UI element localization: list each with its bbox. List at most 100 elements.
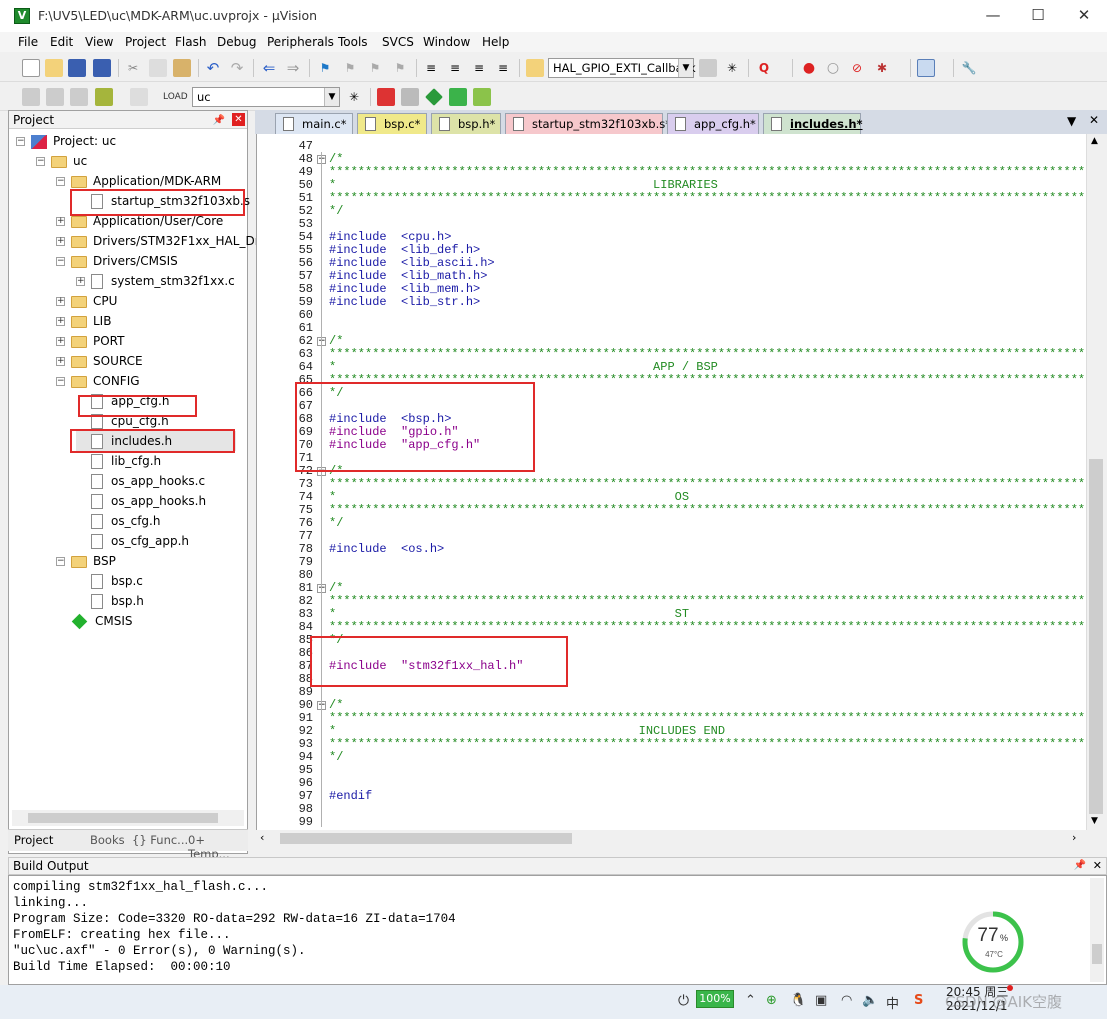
redo-icon[interactable]: ↷: [228, 59, 246, 77]
tree-file[interactable]: lib_cfg.h: [76, 451, 161, 471]
sogou-ime-icon[interactable]: S: [914, 993, 923, 1008]
run-time-env-icon[interactable]: [473, 88, 491, 106]
menu-help[interactable]: Help: [482, 35, 509, 49]
save-icon[interactable]: [68, 59, 86, 77]
expand-icon[interactable]: +: [56, 357, 65, 366]
menu-view[interactable]: View: [85, 35, 113, 49]
cut-icon[interactable]: ✂: [124, 59, 142, 77]
translate-icon[interactable]: [22, 88, 40, 106]
target-combo[interactable]: uc ▼: [192, 87, 340, 107]
close-icon[interactable]: ✕: [1089, 113, 1099, 127]
tree-component[interactable]: CMSIS: [56, 611, 133, 631]
editor-hscroll[interactable]: ‹ ›: [256, 830, 1086, 847]
show-hidden-icons[interactable]: ⌃: [745, 993, 756, 1008]
build-vscroll-thumb[interactable]: [1092, 944, 1102, 964]
close-window-button[interactable]: ✕: [1061, 4, 1107, 28]
collapse-icon[interactable]: −: [56, 557, 65, 566]
ime-icon[interactable]: 中: [886, 993, 899, 1012]
tree-file[interactable]: os_cfg_app.h: [76, 531, 189, 551]
tab-functions[interactable]: {} Func...: [132, 833, 188, 847]
undo-icon[interactable]: ↶: [204, 59, 222, 77]
stop-build-icon[interactable]: [130, 88, 148, 106]
code-editor[interactable]: 4748−4950515253545556575859606162−636465…: [256, 134, 1086, 830]
menu-flash[interactable]: Flash: [175, 35, 206, 49]
tree-target[interactable]: − uc: [36, 151, 87, 171]
menu-tools[interactable]: Tools: [338, 35, 368, 49]
system-monitor-gauge[interactable]: 77 % 47°C: [958, 907, 1028, 977]
menu-file[interactable]: File: [18, 35, 38, 49]
new-file-icon[interactable]: [22, 59, 40, 77]
pack-installer-icon[interactable]: [425, 88, 443, 106]
unindent-icon[interactable]: ≡: [446, 59, 464, 77]
manage-components-icon[interactable]: [377, 88, 395, 106]
window-layout-icon[interactable]: [917, 59, 935, 77]
incremental-find-icon[interactable]: ✳: [723, 59, 741, 77]
bookmark-clear-icon[interactable]: ⚑: [391, 59, 409, 77]
file-extensions-icon[interactable]: [401, 88, 419, 106]
wifi-icon[interactable]: ◠: [841, 993, 852, 1008]
tree-file[interactable]: os_cfg.h: [76, 511, 160, 531]
volume-icon[interactable]: 🔈: [862, 993, 878, 1008]
editor-vscroll[interactable]: ▲ ▼: [1086, 134, 1104, 830]
close-icon[interactable]: ✕: [1093, 858, 1102, 874]
tree-file[interactable]: os_app_hooks.h: [76, 491, 206, 511]
comment-icon[interactable]: ≡: [470, 59, 488, 77]
collapse-icon[interactable]: −: [56, 177, 65, 186]
collapse-icon[interactable]: −: [56, 377, 65, 386]
tab-project[interactable]: Project: [14, 833, 53, 847]
menu-project[interactable]: Project: [125, 35, 166, 49]
tree-group[interactable]: + Drivers/STM32F1xx_HAL_Driv: [56, 231, 270, 251]
tab-list-icon[interactable]: ▼: [1067, 114, 1076, 128]
tree-group[interactable]: − Application/MDK-ARM: [56, 171, 221, 191]
target-options-icon[interactable]: ✳: [345, 88, 363, 106]
tree-file[interactable]: + system_stm32f1xx.c: [76, 271, 235, 291]
menu-svcs[interactable]: SVCS: [382, 35, 414, 49]
maximize-button[interactable]: ☐: [1015, 4, 1061, 28]
menu-edit[interactable]: Edit: [50, 35, 73, 49]
find-in-files-icon[interactable]: [526, 59, 544, 77]
tree-group[interactable]: − BSP: [56, 551, 116, 571]
project-hscroll[interactable]: [12, 810, 244, 826]
pin-icon[interactable]: 📌: [1074, 858, 1086, 874]
rebuild-icon[interactable]: [70, 88, 88, 106]
minimize-button[interactable]: —: [970, 4, 1016, 28]
find-icon[interactable]: [699, 59, 717, 77]
tab-books[interactable]: Books: [90, 833, 125, 847]
scroll-up-icon[interactable]: ▲: [1091, 136, 1098, 146]
tab-includes-h[interactable]: includes.h*: [763, 113, 863, 134]
insert-breakpoint-icon[interactable]: ●: [800, 59, 818, 77]
tree-file[interactable]: bsp.h: [76, 591, 144, 611]
build-output-panel[interactable]: compiling stm32f1xx_hal_flash.c... linki…: [8, 875, 1107, 985]
select-packs-icon[interactable]: [449, 88, 467, 106]
nav-forward-icon[interactable]: ⇒: [284, 59, 302, 77]
tree-group[interactable]: + CPU: [56, 291, 117, 311]
bookmark-next-icon[interactable]: ⚑: [366, 59, 384, 77]
disable-breakpoints-icon[interactable]: ⊘: [848, 59, 866, 77]
scroll-left-icon[interactable]: ‹: [260, 831, 264, 844]
debug-session-icon[interactable]: Q: [755, 59, 773, 77]
battery-indicator[interactable]: 100%: [696, 990, 734, 1008]
copy-icon[interactable]: [149, 59, 167, 77]
tree-group[interactable]: − Drivers/CMSIS: [56, 251, 178, 271]
expand-icon[interactable]: +: [76, 277, 85, 286]
paste-icon[interactable]: [173, 59, 191, 77]
tab-app-cfg-h[interactable]: app_cfg.h*: [667, 113, 759, 134]
enable-breakpoint-icon[interactable]: ○: [824, 59, 842, 77]
tree-file[interactable]: os_app_hooks.c: [76, 471, 205, 491]
uncomment-icon[interactable]: ≡: [494, 59, 512, 77]
scroll-down-icon[interactable]: ▼: [1091, 816, 1098, 826]
scroll-right-icon[interactable]: ›: [1072, 831, 1076, 844]
tray-device-icon[interactable]: ▣: [815, 993, 827, 1008]
tree-root[interactable]: − Project: uc: [16, 131, 116, 151]
tab-bsp-h[interactable]: bsp.h*: [431, 113, 501, 134]
batch-build-icon[interactable]: [95, 88, 113, 106]
build-icon[interactable]: [46, 88, 64, 106]
collapse-icon[interactable]: −: [56, 257, 65, 266]
expand-icon[interactable]: +: [56, 317, 65, 326]
load-download-icon[interactable]: LOAD: [163, 88, 188, 106]
tree-group[interactable]: + PORT: [56, 331, 124, 351]
editor-hscroll-thumb[interactable]: [280, 833, 572, 844]
build-vscroll[interactable]: [1090, 878, 1104, 982]
menu-debug[interactable]: Debug: [217, 35, 256, 49]
collapse-icon[interactable]: −: [36, 157, 45, 166]
